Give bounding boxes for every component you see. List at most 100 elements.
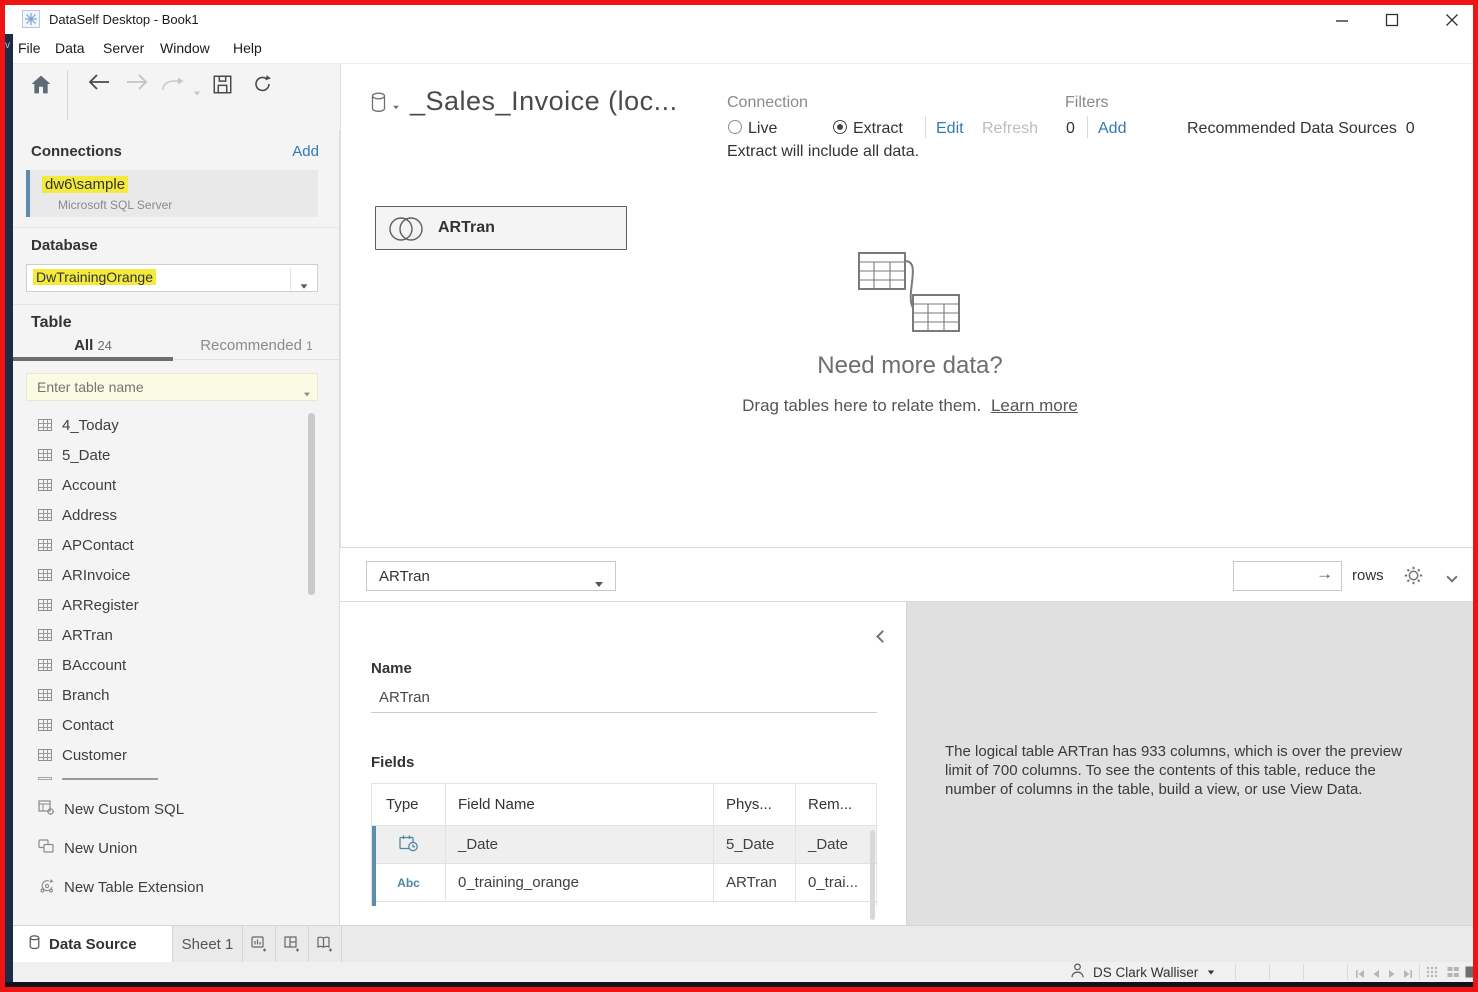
menu-data[interactable]: Data (55, 40, 85, 56)
redo-button[interactable] (161, 77, 185, 96)
forward-button[interactable] (125, 73, 149, 96)
status-divider (1303, 964, 1304, 980)
menu-bar: File Data Server Window Help (13, 34, 1473, 64)
grid-collapse-chevron-icon[interactable] (1448, 568, 1456, 586)
table-item[interactable]: 5_Date (13, 440, 313, 470)
extract-note: Extract will include all data. (727, 143, 919, 161)
table-item[interactable]: BAccount (13, 650, 313, 680)
status-divider (1347, 964, 1348, 980)
radio-extract[interactable] (833, 119, 847, 137)
show-tabs-view-button[interactable] (1426, 966, 1438, 981)
table-item[interactable]: ARRegister (13, 590, 313, 620)
refresh-link[interactable]: Refresh (982, 120, 1038, 138)
new-union-button[interactable]: New Union (13, 832, 313, 864)
name-underline (371, 712, 877, 713)
new-custom-sql-button[interactable]: New Custom SQL (13, 793, 313, 825)
redo-dropdown-caret[interactable] (193, 83, 201, 101)
rows-input-arrow-icon[interactable]: → (1316, 564, 1333, 584)
last-sheet-button[interactable] (1403, 967, 1413, 982)
new-dashboard-button[interactable] (276, 926, 309, 962)
table-item[interactable]: APContact (13, 530, 313, 560)
field-row[interactable]: _Date 5_Date _Date (372, 826, 876, 864)
filters-add-button[interactable]: Add (1098, 120, 1126, 138)
connection-item[interactable]: dw6\sample Microsoft SQL Server (26, 170, 318, 217)
preview-limit-message: The logical table ARTran has 933 columns… (945, 742, 1425, 799)
menu-window[interactable]: Window (160, 40, 210, 56)
fields-table-header: Type Field Name Phys... Rem... (372, 784, 876, 826)
table-item[interactable]: Account (13, 470, 313, 500)
tab-recommended-count: 1 (306, 339, 313, 353)
database-select[interactable]: DwTrainingOrange (26, 264, 318, 292)
radio-live-label[interactable]: Live (748, 120, 777, 138)
name-label: Name (371, 660, 412, 677)
new-table-extension-button[interactable]: New Table Extension (13, 871, 313, 903)
status-divider (1235, 964, 1236, 980)
status-divider (1269, 964, 1270, 980)
name-value[interactable]: ARTran (379, 689, 430, 706)
logical-table-card[interactable]: ARTran (375, 206, 627, 250)
filters-count: 0 (1066, 120, 1075, 138)
rem-cell: _Date (796, 826, 878, 864)
menu-help[interactable]: Help (233, 40, 262, 56)
learn-more-link[interactable]: Learn more (991, 396, 1078, 415)
rows-input[interactable]: → (1233, 561, 1342, 591)
field-name-cell: _Date (446, 826, 714, 864)
fields-scrollbar[interactable] (870, 830, 875, 920)
custom-sql-icon (38, 800, 54, 819)
tab-all[interactable]: All 24 (13, 337, 173, 354)
next-sheet-button[interactable] (1387, 967, 1397, 982)
tab-recommended[interactable]: Recommended 1 (173, 337, 340, 354)
toolbar-divider (67, 70, 68, 120)
panel-collapse-chevron-icon[interactable] (878, 628, 887, 646)
database-icon-caret[interactable] (392, 97, 400, 115)
database-icon[interactable] (371, 92, 386, 118)
save-button[interactable] (213, 75, 232, 99)
table-select[interactable]: ARTran (366, 561, 616, 591)
tab-sheet1[interactable]: Sheet 1 (173, 926, 243, 962)
table-item[interactable]: 4_Today (13, 410, 313, 440)
edit-link[interactable]: Edit (936, 120, 964, 138)
list-scrollbar[interactable] (308, 413, 315, 595)
table-search-input[interactable] (26, 373, 318, 401)
string-type-icon: Abc (397, 876, 420, 890)
table-item[interactable]: Address (13, 500, 313, 530)
show-sheet-sorter-button[interactable] (1465, 966, 1477, 981)
user-menu[interactable]: DS Clark Walliser (1063, 962, 1228, 982)
radio-live[interactable] (728, 119, 742, 137)
toolbar (13, 64, 340, 130)
connections-add-button[interactable]: Add (292, 143, 319, 160)
previous-sheet-button[interactable] (1371, 967, 1381, 982)
radio-extract-label[interactable]: Extract (853, 120, 903, 138)
table-search-caret[interactable] (303, 384, 311, 401)
menu-file[interactable]: File (18, 40, 41, 56)
tab-active-underline (13, 357, 173, 361)
database-select-caret[interactable] (300, 276, 308, 293)
new-worksheet-button[interactable] (243, 926, 276, 962)
table-item[interactable]: Branch (13, 680, 313, 710)
menu-server[interactable]: Server (103, 40, 144, 56)
field-row[interactable]: Abc 0_training_orange ARTran 0_trai... (372, 864, 876, 902)
table-grid-icon (38, 719, 52, 731)
recommended-data-sources-label[interactable]: Recommended Data Sources 0 (1187, 120, 1415, 138)
new-story-button[interactable] (309, 926, 342, 962)
minimize-button[interactable] (1321, 5, 1363, 34)
close-button[interactable] (1431, 5, 1473, 34)
database-icon (29, 935, 40, 954)
back-button[interactable] (87, 73, 111, 96)
table-grid-icon (38, 449, 52, 461)
sheet-tab-bar: Data Source Sheet 1 (13, 925, 1473, 962)
database-select-divider (290, 268, 291, 290)
first-sheet-button[interactable] (1355, 967, 1365, 982)
table-item[interactable]: ARInvoice (13, 560, 313, 590)
home-button[interactable] (31, 75, 51, 99)
table-item[interactable]: Contact (13, 710, 313, 740)
tab-data-source[interactable]: Data Source (13, 926, 173, 962)
show-filmstrip-view-button[interactable] (1447, 966, 1459, 981)
section-divider (13, 227, 340, 228)
grid-settings-gear-icon[interactable] (1404, 566, 1423, 590)
table-item[interactable]: ARTran (13, 620, 313, 650)
data-source-title[interactable]: _Sales_Invoice (loc... (410, 86, 678, 117)
refresh-button[interactable] (252, 74, 273, 99)
table-item[interactable]: Customer (13, 740, 313, 770)
maximize-button[interactable] (1371, 5, 1413, 34)
